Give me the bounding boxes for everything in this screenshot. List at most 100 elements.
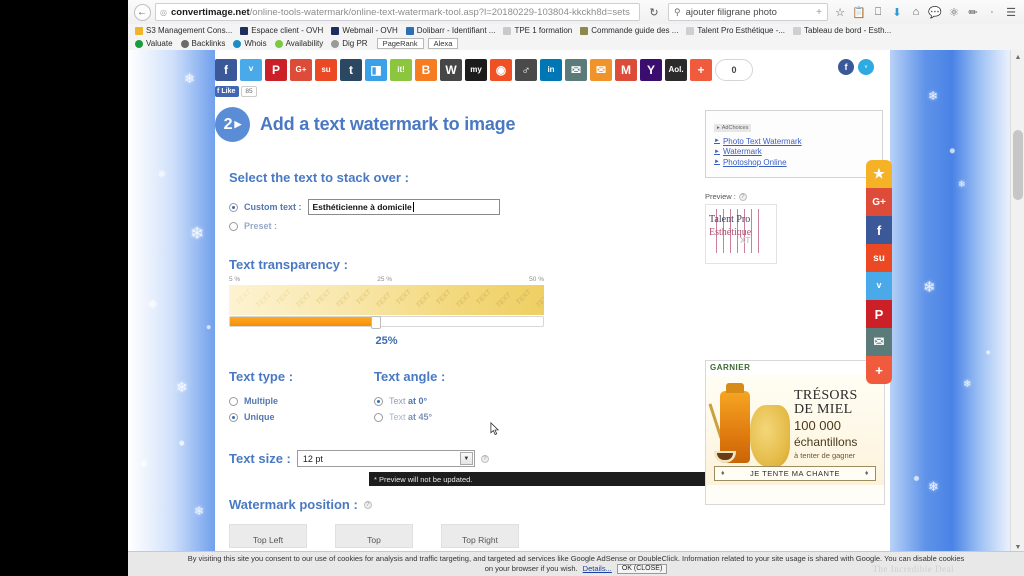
share-button-email[interactable]: ✉ bbox=[565, 59, 587, 81]
search-add-icon[interactable]: + bbox=[816, 7, 822, 18]
vertical-share-twitter[interactable]: ᵛ bbox=[866, 272, 892, 300]
text-angle-0-radio[interactable] bbox=[374, 396, 383, 406]
scroll-thumb[interactable] bbox=[1013, 130, 1023, 200]
text-type-unique-radio[interactable] bbox=[229, 412, 238, 422]
vertical-share-favorite[interactable]: ★ bbox=[866, 160, 892, 188]
facebook-like-widget[interactable]: f Like 85 bbox=[215, 86, 257, 97]
hamburger-menu-icon[interactable]: ☰ bbox=[1002, 3, 1020, 21]
text-size-select[interactable]: 12 pt ▼ bbox=[296, 450, 475, 467]
snowflake-decoration: ❄ bbox=[190, 224, 205, 243]
share-button-diigo[interactable]: ◨ bbox=[365, 59, 387, 81]
vertical-share-pinterest[interactable]: P bbox=[866, 300, 892, 328]
share-button-mail2[interactable]: ✉ bbox=[590, 59, 612, 81]
floating-twitter-button[interactable]: ᵛ bbox=[858, 59, 874, 75]
vertical-share-facebook[interactable]: f bbox=[866, 216, 892, 244]
browser-scrollbar[interactable]: ▲ ▼ bbox=[1010, 50, 1024, 554]
share-button-stumbleupon[interactable]: su bbox=[315, 59, 337, 81]
bookmark-item[interactable]: Valuate bbox=[132, 39, 178, 48]
custom-text-radio[interactable] bbox=[229, 202, 238, 212]
share-button-gmail[interactable]: M bbox=[615, 59, 637, 81]
vertical-share-stumbleupon[interactable]: su bbox=[866, 244, 892, 272]
share-button-facebook[interactable]: f bbox=[215, 59, 237, 81]
bookmark-item[interactable]: Espace client - OVH bbox=[237, 26, 328, 35]
text-type-multiple-radio[interactable] bbox=[229, 396, 238, 406]
share-button-pinterest[interactable]: P bbox=[265, 59, 287, 81]
cookie-ok-button[interactable]: OK (CLOSE) bbox=[616, 564, 668, 574]
text-angle-45-row[interactable]: Text at 45° bbox=[374, 412, 574, 422]
share-button-twitter[interactable]: ᵛ bbox=[240, 59, 262, 81]
garnier-advertisement[interactable]: GARNIER ▸ TRÉSORS DE MIEL 100 000 échant… bbox=[705, 360, 885, 505]
pocket-icon[interactable]: ⎕ bbox=[869, 3, 887, 21]
bookmark-item[interactable]: S3 Management Cons... bbox=[132, 26, 237, 35]
bookmark-item[interactable]: Dig PR bbox=[328, 39, 372, 48]
preview-thumbnail[interactable]: Talent Pro Esthétique XT bbox=[705, 204, 777, 264]
share-button-wordpress[interactable]: W bbox=[440, 59, 462, 81]
favicon-icon bbox=[503, 26, 512, 35]
transparency-slider-track[interactable] bbox=[229, 316, 544, 329]
cookie-details-link[interactable]: Details... bbox=[583, 564, 612, 574]
preview-help-icon[interactable]: ? bbox=[738, 192, 747, 201]
share-button-tumblr[interactable]: t bbox=[340, 59, 362, 81]
dash-icon[interactable]: · bbox=[983, 3, 1001, 21]
vertical-share-more[interactable]: + bbox=[866, 356, 892, 384]
back-button[interactable]: ← bbox=[132, 3, 152, 21]
watermark-position-button[interactable]: Top Left bbox=[229, 524, 307, 548]
transparency-slider-handle[interactable] bbox=[370, 316, 381, 329]
share-button-aol[interactable]: Aol. bbox=[665, 59, 687, 81]
text-type-multiple-row[interactable]: Multiple bbox=[229, 396, 374, 406]
star-icon[interactable]: ☆ bbox=[831, 3, 849, 21]
share-button-blogger[interactable]: B bbox=[415, 59, 437, 81]
eyedropper-icon[interactable]: ✏ bbox=[964, 3, 982, 21]
sidebar-ad-link[interactable]: ► Photoshop Online bbox=[714, 158, 874, 167]
home-icon[interactable]: ⌂ bbox=[907, 3, 925, 21]
bookmark-item[interactable]: Webmail - OVH bbox=[328, 26, 402, 35]
download-icon[interactable]: ⬇ bbox=[888, 3, 906, 21]
bookmark-item[interactable]: Talent Pro Esthétique -... bbox=[683, 26, 790, 35]
watermark-position-button[interactable]: Top bbox=[335, 524, 413, 548]
share-button-linkedin[interactable]: in bbox=[540, 59, 562, 81]
share-button-reddit[interactable]: ◉ bbox=[490, 59, 512, 81]
bookmark-item[interactable]: Whois bbox=[230, 39, 271, 48]
share-button-instapaper[interactable]: it! bbox=[390, 59, 412, 81]
clipboard-icon[interactable]: 📋 bbox=[850, 3, 868, 21]
share-button-google-plus[interactable]: G+ bbox=[290, 59, 312, 81]
preset-radio[interactable] bbox=[229, 221, 238, 231]
palette-icon[interactable]: ⚛ bbox=[945, 3, 963, 21]
chevron-down-icon[interactable]: ▼ bbox=[459, 452, 473, 465]
ad-cta-button[interactable]: ♦ JE TENTE MA CHANTE ♦ bbox=[714, 466, 876, 481]
sidebar-ad-link[interactable]: ► Watermark bbox=[714, 147, 874, 156]
bookmark-item[interactable]: Tableau de bord - Esth... bbox=[790, 26, 896, 35]
bookmark-item[interactable]: Commande guide des ... bbox=[577, 26, 683, 35]
scroll-up-icon[interactable]: ▲ bbox=[1011, 50, 1024, 64]
custom-text-input[interactable]: Esthéticienne à domicile bbox=[307, 199, 500, 215]
share-button-mars[interactable]: ♂ bbox=[515, 59, 537, 81]
ad-header: GARNIER ▸ bbox=[706, 361, 884, 375]
toolbar-metric-box[interactable]: Alexa bbox=[427, 38, 459, 49]
share-button-more[interactable]: + bbox=[690, 59, 712, 81]
watermark-position-button[interactable]: Top Right bbox=[441, 524, 519, 548]
toolbar-metric-box[interactable]: PageRank bbox=[376, 38, 424, 49]
text-angle-45-radio[interactable] bbox=[374, 412, 383, 422]
text-size-help-icon[interactable]: ? bbox=[480, 454, 489, 463]
search-input[interactable]: ⚲ ajouter filigrane photo + bbox=[668, 3, 828, 21]
share-button-yahoo[interactable]: Y bbox=[640, 59, 662, 81]
bookmark-item[interactable]: Dolibarr - Identifiant ... bbox=[403, 26, 501, 35]
chat-icon[interactable]: 💬 bbox=[926, 3, 944, 21]
vertical-share-google-plus[interactable]: G+ bbox=[866, 188, 892, 216]
bookmark-item[interactable]: Backlinks bbox=[178, 39, 231, 48]
bookmark-item[interactable]: Availability bbox=[272, 39, 329, 48]
text-caret bbox=[412, 202, 414, 212]
text-type-unique-row[interactable]: Unique bbox=[229, 412, 374, 422]
favicon-icon bbox=[135, 39, 143, 48]
sidebar-ad-link[interactable]: ► Photo Text Watermark bbox=[714, 137, 874, 146]
address-bar[interactable]: ◎ convertimage.net/online-tools-watermar… bbox=[155, 3, 640, 21]
vertical-share-email[interactable]: ✉ bbox=[866, 328, 892, 356]
adchoices-badge[interactable]: ▸ AdChoices bbox=[714, 124, 752, 132]
bookmark-item[interactable]: TPE 1 formation bbox=[500, 26, 577, 35]
facebook-like-button[interactable]: f Like bbox=[215, 86, 240, 97]
text-angle-0-row[interactable]: Text at 0° bbox=[374, 396, 574, 406]
floating-facebook-button[interactable]: f bbox=[838, 59, 854, 75]
share-button-myspace[interactable]: my bbox=[465, 59, 487, 81]
reload-button[interactable]: ↻ bbox=[643, 6, 665, 19]
watermark-position-help-icon[interactable]: ? bbox=[363, 500, 372, 509]
